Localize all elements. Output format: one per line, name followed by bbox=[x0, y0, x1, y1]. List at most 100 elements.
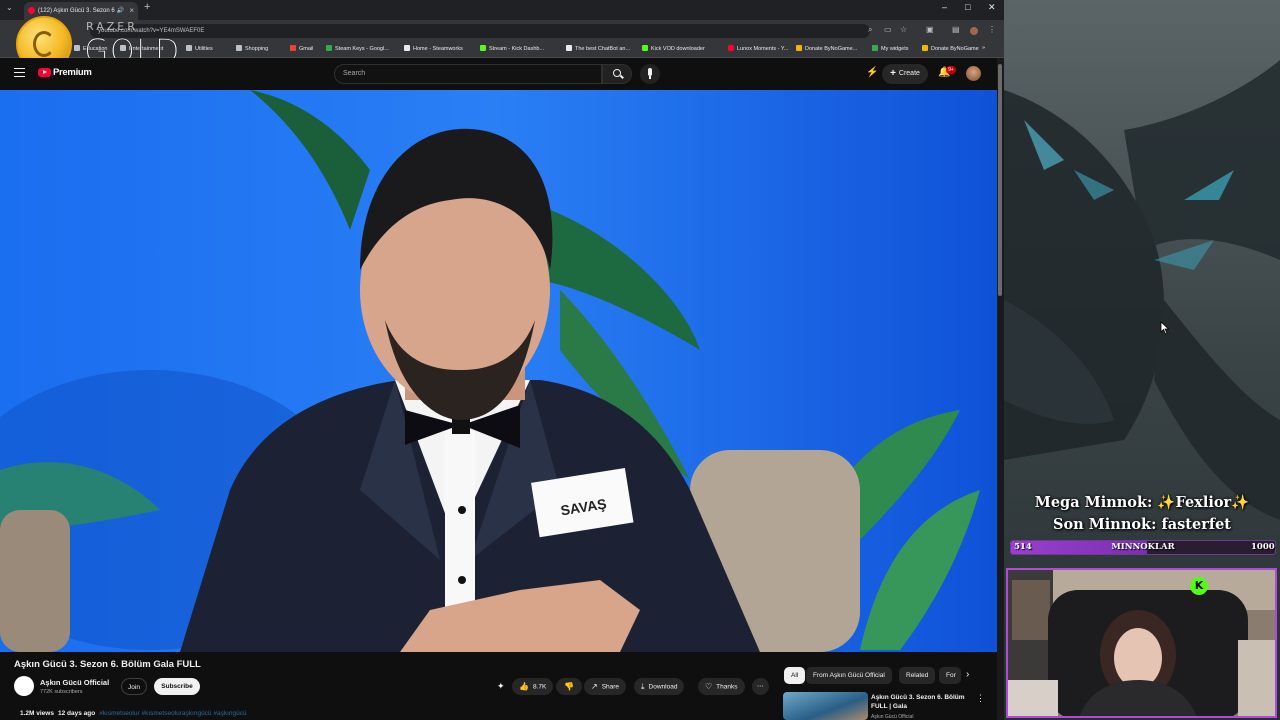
thanks-button[interactable]: ♡ Thanks bbox=[698, 678, 745, 695]
zoom-icon[interactable]: ⌕ bbox=[868, 25, 872, 35]
bookmark-label: The best ChatBot an... bbox=[575, 46, 631, 52]
youtube-logo-icon[interactable] bbox=[38, 68, 51, 77]
bookmark-item[interactable]: The best ChatBot an... bbox=[566, 45, 630, 52]
channel-avatar[interactable] bbox=[14, 676, 34, 696]
bookmark-item[interactable]: Donate ByNoGame bbox=[922, 45, 979, 52]
channel-name[interactable]: Aşkın Gücü Official bbox=[40, 678, 109, 687]
related-more-icon[interactable]: ⋮ bbox=[976, 693, 985, 704]
video-title: Aşkın Gücü 3. Sezon 6. Bölüm Gala FULL bbox=[14, 659, 201, 670]
join-button[interactable]: Join bbox=[121, 678, 147, 695]
download-icon: ⤓ bbox=[641, 682, 645, 691]
menu-icon[interactable] bbox=[14, 68, 25, 77]
ask-icon[interactable]: ✦ bbox=[497, 681, 505, 692]
chip-for-you[interactable]: For bbox=[939, 667, 961, 684]
cast-icon[interactable]: ⚡ bbox=[866, 67, 878, 78]
bookmark-icon bbox=[290, 45, 296, 51]
bookmark-label: Home - Steamworks bbox=[413, 46, 463, 52]
cast-icon[interactable]: ▭ bbox=[884, 25, 892, 34]
thanks-label: Thanks bbox=[716, 683, 738, 691]
bookmark-item[interactable]: Stream - Kick Dashb... bbox=[480, 45, 544, 52]
chip-from-channel[interactable]: From Aşkın Gücü Official bbox=[806, 667, 892, 684]
download-label: Download bbox=[648, 683, 678, 691]
related-video-thumbnail[interactable] bbox=[783, 692, 868, 720]
chip-related[interactable]: Related bbox=[899, 667, 936, 684]
minnok-goal-target: 1000 bbox=[1251, 542, 1275, 552]
bookmark-item[interactable]: Donate ByNoGame... bbox=[796, 45, 857, 52]
close-tab-icon[interactable]: × bbox=[129, 2, 134, 20]
bookmark-item[interactable]: Utilities bbox=[186, 45, 213, 52]
webcam-feed bbox=[1006, 568, 1277, 718]
share-arrow-icon: ↗ bbox=[591, 682, 598, 691]
chip-all[interactable]: All bbox=[784, 667, 806, 684]
chevron-right-icon[interactable]: › bbox=[966, 669, 969, 680]
mouse-cursor-icon bbox=[1160, 321, 1170, 335]
related-video-channel[interactable]: Aşkın Gücü Official bbox=[871, 714, 913, 720]
account-avatar[interactable] bbox=[966, 66, 981, 81]
bookmark-label: Lunox Moments - Y... bbox=[737, 46, 789, 52]
upload-age: 12 days ago bbox=[57, 710, 96, 717]
bookmark-star-icon[interactable]: ☆ bbox=[900, 25, 907, 34]
thumbs-up-icon: 👍 bbox=[519, 682, 529, 691]
video-meta: 1.2M views 12 days ago #kısmetseolur #kısm… bbox=[20, 710, 247, 717]
more-bookmarks-icon[interactable]: » bbox=[982, 45, 985, 51]
mega-minnok-text: Mega Minnok: ✨Fexlior✨ bbox=[1034, 494, 1250, 511]
youtube-premium-label[interactable]: Premium bbox=[53, 67, 92, 78]
bookmark-label: Shopping bbox=[245, 46, 269, 52]
bookmark-item[interactable]: Steam Keys - Googl... bbox=[326, 45, 389, 52]
bookmark-label: Donate ByNoGame... bbox=[805, 46, 858, 52]
subscriber-count: 772K subscribers bbox=[40, 689, 83, 695]
url-field[interactable]: youtube.com/watch?v=YE4mSWAEF0E bbox=[90, 24, 870, 38]
related-video-title[interactable]: Aşkın Gücü 3. Sezon 6. Bölüm FULL | Gala bbox=[871, 693, 971, 711]
new-tab-icon[interactable]: + bbox=[144, 1, 150, 13]
sidebar-icon[interactable]: ▤ bbox=[952, 25, 960, 34]
bookmark-icon bbox=[728, 45, 734, 51]
hashtags[interactable]: #kısmetseolur #kısmetseoluraşkıngücü #aş… bbox=[99, 710, 246, 717]
bookmark-label: Stream - Kick Dashb... bbox=[489, 46, 545, 52]
minimize-icon[interactable]: – bbox=[942, 2, 947, 12]
search-icon bbox=[613, 69, 621, 77]
profile-avatar[interactable] bbox=[970, 27, 978, 35]
thanks-heart-icon: ♡ bbox=[705, 682, 713, 691]
webcam-image bbox=[1008, 570, 1275, 716]
dislike-button[interactable]: 👎 bbox=[556, 678, 582, 695]
subscribe-button[interactable]: Subscribe bbox=[154, 678, 200, 695]
bookmark-item[interactable]: Home - Steamworks bbox=[404, 45, 463, 52]
video-player[interactable]: SAVAŞ bbox=[0, 90, 997, 652]
bookmark-icon bbox=[566, 45, 572, 51]
maximize-icon[interactable]: □ bbox=[965, 2, 970, 12]
more-actions-icon[interactable]: ⋯ bbox=[752, 678, 769, 695]
bookmark-item[interactable]: Gmail bbox=[290, 45, 313, 52]
search-button[interactable] bbox=[602, 64, 632, 84]
scrollbar-thumb[interactable] bbox=[998, 64, 1002, 296]
bookmark-label: Kick VOD downloader bbox=[651, 46, 705, 52]
create-button[interactable]: + Create bbox=[882, 64, 928, 84]
youtube-favicon-icon bbox=[28, 7, 35, 14]
search-input[interactable]: Search bbox=[334, 64, 602, 84]
voice-search-icon[interactable] bbox=[640, 64, 660, 84]
close-window-icon[interactable]: ✕ bbox=[988, 2, 996, 13]
bookmark-icon bbox=[922, 45, 928, 51]
download-button[interactable]: ⤓ Download bbox=[634, 678, 685, 695]
tab-bar: ⌄ (122) Aşkın Gücü 3. Sezon 6 🔊 × + – □ … bbox=[0, 0, 1004, 20]
view-count: 1.2M views bbox=[20, 710, 54, 717]
screen: ⌄ (122) Aşkın Gücü 3. Sezon 6 🔊 × + – □ … bbox=[0, 0, 1280, 720]
bookmark-item[interactable]: Lunox Moments - Y... bbox=[728, 45, 788, 52]
bookmark-item[interactable]: Kick VOD downloader bbox=[642, 45, 705, 52]
kick-logo-icon: K bbox=[1190, 577, 1208, 595]
create-label: Create bbox=[898, 70, 920, 77]
menu-dots-icon[interactable]: ⋮ bbox=[988, 25, 996, 34]
bookmark-icon bbox=[480, 45, 486, 51]
bookmark-label: My widgets bbox=[881, 46, 909, 52]
share-button[interactable]: ↗ Share bbox=[584, 678, 627, 695]
tab-search-icon[interactable]: ⌄ bbox=[6, 3, 13, 12]
youtube-header: Premium Search ⚡ + Create 🔔 9+ bbox=[0, 58, 1004, 90]
notification-count-badge: 9+ bbox=[946, 66, 956, 74]
bookmark-item[interactable]: Shopping bbox=[236, 45, 268, 52]
bookmark-icon bbox=[404, 45, 410, 51]
bookmark-item[interactable]: My widgets bbox=[872, 45, 909, 52]
video-frame: SAVAŞ bbox=[0, 90, 997, 652]
extensions-icon[interactable]: ▣ bbox=[926, 25, 934, 34]
like-button[interactable]: 👍 8.7K bbox=[512, 678, 554, 695]
minnok-goal-label: MINNOKLAR bbox=[1111, 542, 1175, 552]
speaker-icon[interactable]: 🔊 bbox=[117, 2, 124, 20]
